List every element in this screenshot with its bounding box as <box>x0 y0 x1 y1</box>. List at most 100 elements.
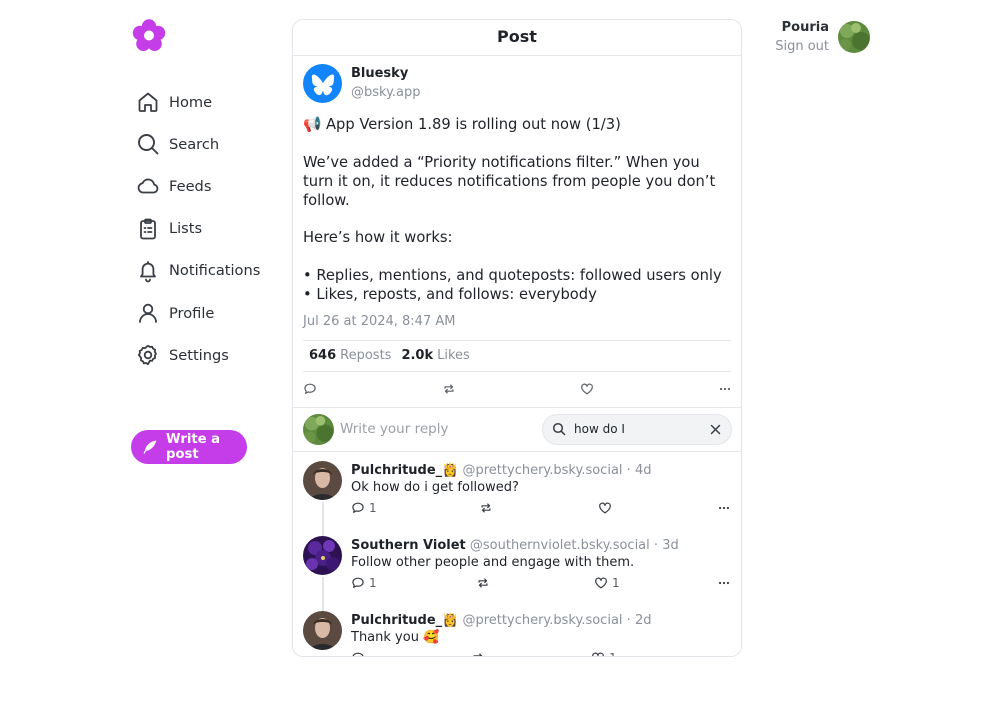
repost-button[interactable] <box>476 576 490 590</box>
repost-button[interactable] <box>442 382 456 396</box>
reply-author-avatar[interactable] <box>303 535 342 575</box>
post-paragraph: We’ve added a “Priority notifications fi… <box>303 153 716 209</box>
nav-item-profile[interactable]: Profile <box>136 292 286 334</box>
separator-dot: · <box>626 462 631 478</box>
reply-author-avatar[interactable] <box>303 460 342 500</box>
home-icon <box>136 90 160 114</box>
more-options-button[interactable] <box>717 651 731 657</box>
reply-header: Pulchritude_👸 @prettychery.bsky.social ·… <box>351 612 651 629</box>
reply-button[interactable] <box>351 651 369 656</box>
reply-handle[interactable]: @prettychery.bsky.social <box>463 463 623 478</box>
reply-handle[interactable]: @southernviolet.bsky.social <box>470 538 650 553</box>
repost-icon <box>478 577 488 588</box>
person-icon <box>136 301 160 325</box>
reply-icon <box>352 652 364 656</box>
bluesky-flower-logo[interactable] <box>131 18 167 54</box>
reply-time: 2d <box>634 612 652 628</box>
account-name: Pouria <box>781 20 829 35</box>
repost-button[interactable] <box>479 501 493 515</box>
reply-time: 4d <box>634 462 652 478</box>
post-handle: @bsky.app <box>351 85 421 100</box>
reply-item[interactable]: Pulchritude_👸 @prettychery.bsky.social ·… <box>293 602 741 657</box>
nav-label: Settings <box>169 346 229 364</box>
like-count: 1 <box>609 651 617 657</box>
reply-icon <box>304 383 316 394</box>
repost-button[interactable] <box>471 651 485 656</box>
reply-icon <box>352 577 364 588</box>
reply-handle[interactable]: @prettychery.bsky.social <box>463 613 623 628</box>
heart-icon <box>592 652 604 656</box>
reply-display-name[interactable]: Pulchritude_👸 <box>351 463 458 478</box>
more-options-button[interactable] <box>717 576 731 590</box>
cloud-icon <box>136 174 160 198</box>
bluesky-butterfly-avatar[interactable] <box>303 64 342 103</box>
reply-display-name[interactable]: Southern Violet <box>351 538 466 553</box>
page-title: Post <box>293 20 741 56</box>
post-display-name: Bluesky <box>351 66 409 81</box>
likes-stat[interactable]: 2.0k Likes <box>401 348 469 363</box>
nav-item-lists[interactable]: Lists <box>136 208 286 250</box>
reposts-label: Reposts <box>340 348 392 363</box>
nav-label: Search <box>169 135 220 153</box>
reply-button[interactable] <box>303 382 317 396</box>
clipboard-icon <box>136 217 160 241</box>
reply-display-name[interactable]: Pulchritude_👸 <box>351 613 458 628</box>
more-options-button[interactable] <box>717 501 731 515</box>
ellipsis-icon <box>718 506 730 509</box>
reply-item[interactable]: Southern Violet @southernviolet.bsky.soc… <box>293 527 741 611</box>
reply-header: Pulchritude_👸 @prettychery.bsky.social ·… <box>351 462 651 479</box>
repost-icon <box>481 502 491 513</box>
nav-item-settings[interactable]: Settings <box>136 334 286 376</box>
nav-label: Home <box>169 93 213 111</box>
clear-search-icon[interactable] <box>709 423 722 436</box>
search-input[interactable] <box>574 422 694 436</box>
like-count: 1 <box>612 575 620 590</box>
like-button[interactable] <box>598 501 616 515</box>
my-avatar <box>303 413 334 445</box>
heart-icon <box>599 502 611 513</box>
nav-item-home[interactable]: Home <box>136 81 286 123</box>
repost-icon <box>473 652 483 656</box>
post-author[interactable]: Bluesky @bsky.app <box>303 64 731 104</box>
write-a-post-label: Write a post <box>166 432 221 462</box>
primary-nav: Home Search Feeds Lists Notifications Pr… <box>136 81 286 376</box>
reply-header: Southern Violet @southernviolet.bsky.soc… <box>351 537 679 554</box>
account-area: Pouria Sign out <box>760 19 870 55</box>
post-timestamp: Jul 26 at 2024, 8:47 AM <box>303 313 456 329</box>
heart-icon <box>595 577 607 588</box>
sign-out-link[interactable]: Sign out <box>775 39 829 54</box>
nav-item-search[interactable]: Search <box>136 123 286 165</box>
reply-count: 1 <box>369 500 377 515</box>
nav-item-feeds[interactable]: Feeds <box>136 165 286 207</box>
like-button[interactable]: 1 <box>594 576 620 590</box>
reply-button[interactable]: 1 <box>351 501 377 515</box>
reply-composer-bar: Write your reply <box>293 406 741 452</box>
nav-label: Notifications <box>169 262 261 280</box>
write-reply-input[interactable]: Write your reply <box>340 421 448 437</box>
replies-list: Pulchritude_👸 @prettychery.bsky.social ·… <box>293 452 741 657</box>
reply-item[interactable]: Pulchritude_👸 @prettychery.bsky.social ·… <box>293 452 741 536</box>
nav-label: Lists <box>169 220 203 238</box>
nav-label: Feeds <box>169 177 212 195</box>
like-button[interactable]: 1 <box>591 651 617 657</box>
more-options-button[interactable] <box>718 382 732 396</box>
main-post: Bluesky @bsky.app 📢 App Version 1.89 is … <box>293 56 741 407</box>
account-avatar[interactable] <box>838 21 870 53</box>
repost-icon <box>444 384 454 394</box>
search-icon <box>136 132 160 156</box>
post-thread-panel: Post Bluesky @bsky.app 📢 App Version 1.8… <box>292 19 742 657</box>
post-paragraph: • Replies, mentions, and quoteposts: fol… <box>303 266 722 303</box>
reposts-stat[interactable]: 646 Reposts <box>309 348 391 363</box>
search-field[interactable] <box>542 413 732 445</box>
ellipsis-icon <box>718 581 730 584</box>
reply-author-avatar[interactable] <box>303 610 342 650</box>
reply-button[interactable]: 1 <box>351 576 377 590</box>
separator-dot: · <box>626 612 631 628</box>
post-stats: 646 Reposts 2.0k Likes <box>303 339 731 372</box>
write-a-post-button[interactable]: Write a post <box>131 430 247 464</box>
post-paragraph: 📢 App Version 1.89 is rolling out now (1… <box>303 116 621 133</box>
reply-time: 3d <box>662 537 679 553</box>
nav-item-notifications[interactable]: Notifications <box>136 250 286 292</box>
like-button[interactable] <box>580 382 594 396</box>
gear-icon <box>136 343 160 367</box>
